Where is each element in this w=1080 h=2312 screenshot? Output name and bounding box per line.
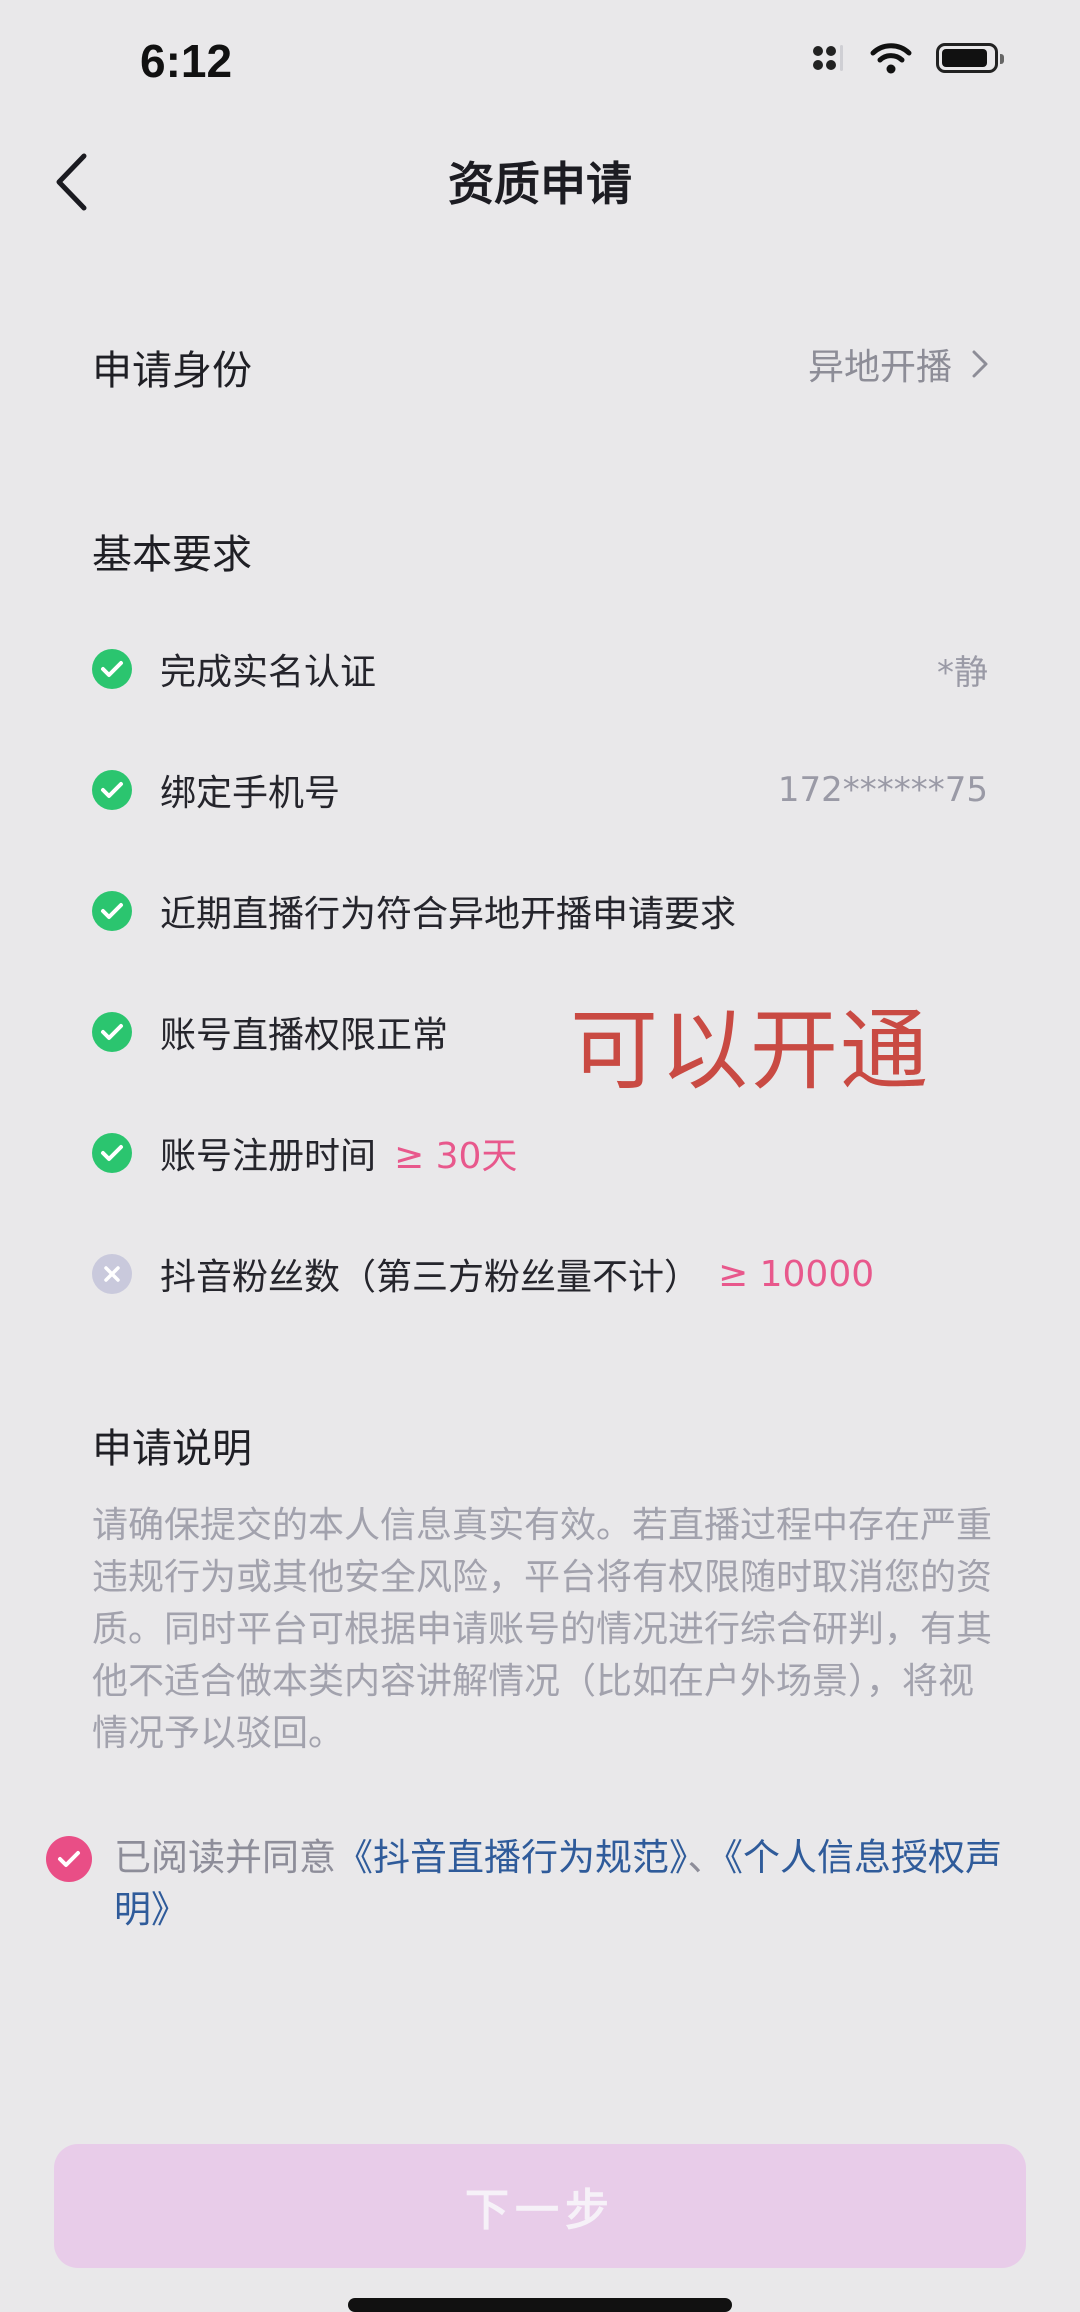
requirement-threshold: ≥ 10000 (718, 1253, 875, 1295)
page-title: 资质申请 (448, 157, 632, 211)
wifi-icon (870, 43, 912, 74)
agreement-checkbox[interactable] (46, 1836, 92, 1882)
requirement-label: 抖音粉丝数（第三方粉丝量不计） (160, 1257, 701, 1298)
check-icon (58, 1851, 80, 1867)
requirement-value: 172******75 (777, 770, 988, 810)
status-time: 6:12 (140, 35, 233, 87)
agreement-prefix: 已阅读并同意 (114, 1836, 336, 1879)
overlay-annotation: 可以开通 (570, 999, 931, 1102)
check-circle-icon (92, 649, 132, 689)
check-circle-icon (92, 1012, 132, 1052)
requirement-label: 近期直播行为符合异地开播申请要求 (160, 894, 737, 935)
requirement-threshold: ≥ 30天 (394, 1136, 518, 1177)
agreement-text: 已阅读并同意《抖音直播行为规范》、《个人信息授权声明》 (114, 1832, 1044, 1936)
x-circle-icon (92, 1254, 132, 1294)
description-text: 请确保提交的本人信息真实有效。若直播过程中存在严重违规行为或其他安全风险，平台将… (92, 1505, 993, 1754)
requirement-row-registration: 账号注册时间 ≥ 30天 (92, 1124, 988, 1182)
check-circle-icon (92, 1133, 132, 1173)
check-circle-icon (92, 891, 132, 931)
live-conduct-rules-link[interactable]: 《抖音直播行为规范》 (336, 1836, 688, 1879)
basic-requirements-title: 基本要求 (92, 532, 252, 578)
home-indicator (348, 2298, 732, 2312)
battery-icon (936, 43, 1004, 73)
chevron-right-icon (972, 350, 988, 378)
next-step-button[interactable]: 下一步 (54, 2144, 1026, 2268)
requirement-label: 完成实名认证 (160, 652, 377, 693)
requirement-value: *静 (937, 652, 988, 693)
signal-icon (813, 45, 843, 71)
identity-label: 申请身份 (92, 348, 252, 394)
description-title: 申请说明 (92, 1426, 252, 1472)
status-icons (812, 42, 1004, 74)
requirement-row-realname: 完成实名认证 *静 (92, 640, 988, 698)
requirement-label: 账号直播权限正常 (160, 1015, 449, 1056)
check-circle-icon (92, 770, 132, 810)
requirement-row-followers: 抖音粉丝数（第三方粉丝量不计） ≥ 10000 (92, 1245, 988, 1303)
identity-selector[interactable]: 异地开播 (808, 338, 988, 390)
requirement-label: 账号注册时间 (160, 1136, 377, 1177)
requirement-label: 绑定手机号 (160, 773, 341, 814)
identity-value: 异地开播 (807, 347, 952, 388)
agreement-separator: 、 (687, 1836, 725, 1879)
requirement-row-phone: 绑定手机号 172******75 (92, 761, 988, 819)
requirement-row-live-behavior: 近期直播行为符合异地开播申请要求 (92, 882, 988, 940)
